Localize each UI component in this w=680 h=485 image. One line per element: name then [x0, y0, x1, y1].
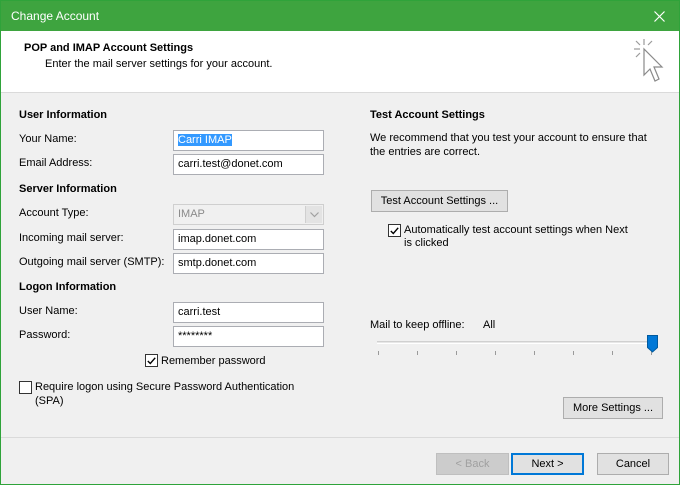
spa-label-line2[interactable]: (SPA)	[35, 395, 64, 407]
password-input[interactable]: ********	[173, 326, 324, 347]
test-desc-line1: We recommend that you test your account …	[370, 132, 647, 144]
account-type-label: Account Type:	[19, 207, 89, 219]
slider-tick	[456, 351, 457, 355]
password-label: Password:	[19, 329, 71, 341]
header-title: POP and IMAP Account Settings	[24, 42, 194, 54]
more-settings-button[interactable]: More Settings ...	[563, 397, 663, 419]
title-bar: Change Account	[1, 1, 679, 31]
cancel-button[interactable]: Cancel	[597, 453, 669, 475]
slider-tick	[495, 351, 496, 355]
your-name-input[interactable]: Carri IMAP	[173, 130, 324, 151]
test-desc-line2: the entries are correct.	[370, 146, 481, 158]
spa-label-line1[interactable]: Require logon using Secure Password Auth…	[35, 381, 294, 393]
header-panel: POP and IMAP Account Settings Enter the …	[1, 31, 679, 93]
footer-divider	[1, 437, 679, 438]
your-name-value: Carri IMAP	[178, 134, 232, 146]
close-button[interactable]	[639, 1, 679, 31]
offline-label: Mail to keep offline:	[370, 319, 465, 331]
next-button[interactable]: Next >	[511, 453, 584, 475]
your-name-label: Your Name:	[19, 133, 77, 145]
checkmark-icon	[390, 226, 399, 235]
header-subtitle: Enter the mail server settings for your …	[45, 58, 273, 70]
incoming-server-label: Incoming mail server:	[19, 232, 124, 244]
account-type-select: IMAP	[173, 204, 324, 225]
test-account-settings-button[interactable]: Test Account Settings ...	[371, 190, 508, 212]
slider-tick	[534, 351, 535, 355]
username-input[interactable]: carri.test	[173, 302, 324, 323]
chevron-down-icon	[309, 211, 319, 217]
cursor-click-icon	[634, 39, 664, 82]
offline-slider-thumb[interactable]	[647, 335, 658, 353]
slider-tick	[573, 351, 574, 355]
change-account-window: Change Account POP and IMAP Account Sett…	[0, 0, 680, 485]
auto-test-checkbox[interactable]	[388, 224, 401, 237]
email-input[interactable]: carri.test@donet.com	[173, 154, 324, 175]
outgoing-server-label: Outgoing mail server (SMTP):	[19, 256, 165, 268]
user-info-heading: User Information	[19, 109, 108, 121]
remember-password-checkbox[interactable]	[145, 354, 158, 367]
auto-test-label-line2[interactable]: is clicked	[404, 237, 449, 249]
slider-tick	[378, 351, 379, 355]
checkmark-icon	[147, 356, 156, 365]
remember-password-label[interactable]: Remember password	[161, 355, 266, 367]
close-icon	[653, 10, 665, 22]
back-button[interactable]: < Back	[436, 453, 509, 475]
account-type-value: IMAP	[178, 208, 205, 220]
server-info-heading: Server Information	[19, 183, 117, 195]
dropdown-button	[305, 206, 322, 223]
spa-checkbox[interactable]	[19, 381, 32, 394]
offline-value: All	[483, 319, 496, 331]
test-settings-heading: Test Account Settings	[370, 109, 485, 121]
email-label: Email Address:	[19, 157, 93, 169]
logon-info-heading: Logon Information	[19, 281, 117, 293]
auto-test-label-line1[interactable]: Automatically test account settings when…	[404, 224, 628, 236]
incoming-server-input[interactable]: imap.donet.com	[173, 229, 324, 250]
username-label: User Name:	[19, 305, 78, 317]
slider-tick	[417, 351, 418, 355]
outgoing-server-input[interactable]: smtp.donet.com	[173, 253, 324, 274]
window-title: Change Account	[11, 9, 100, 23]
offline-slider-track[interactable]	[377, 341, 657, 344]
slider-tick	[612, 351, 613, 355]
